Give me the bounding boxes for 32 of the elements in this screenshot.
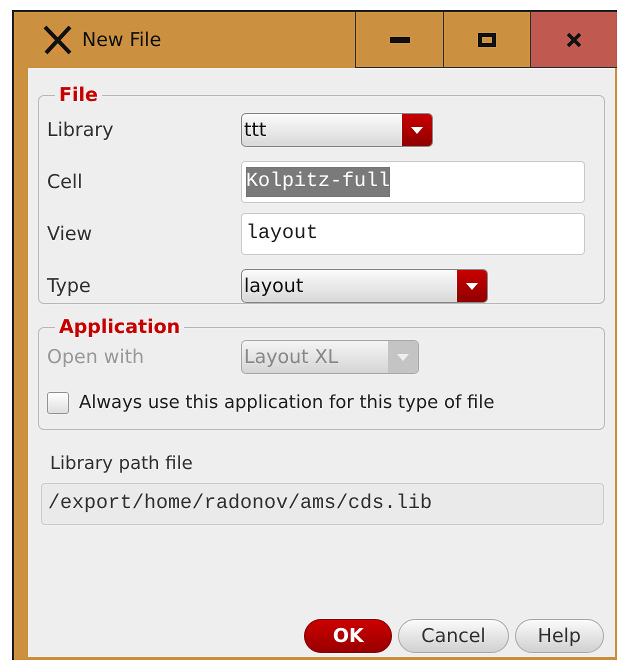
group-title: File	[58, 86, 99, 105]
caret-icon	[397, 354, 409, 360]
field-value: Kolpitz-full	[246, 167, 390, 197]
close-icon	[566, 32, 582, 48]
checkbox-label: Always use this application for this type of file	[79, 391, 494, 415]
text-field[interactable]: Kolpitz-full	[241, 161, 585, 203]
field-value: /export/home/radonov/ams/cds.lib	[48, 491, 432, 517]
field-label: Cell	[47, 170, 84, 195]
x-logo-icon	[42, 25, 74, 55]
dropdown-value: Layout XL	[243, 344, 340, 370]
maximize-icon	[478, 32, 496, 46]
dialog-button[interactable]: Help	[514, 619, 604, 653]
field-label: Library	[47, 118, 114, 143]
window-title: New File	[82, 28, 162, 53]
dropdown-value: layout	[243, 274, 304, 299]
field-label: View	[47, 222, 94, 247]
text-field[interactable]: layout	[241, 213, 585, 255]
caret-icon	[411, 126, 423, 134]
field-value: layout	[246, 221, 318, 247]
dropdown-value: ttt	[243, 118, 268, 143]
dialog-button[interactable]: Cancel	[398, 619, 509, 653]
group-title: Application	[58, 318, 182, 337]
field-label: Type	[47, 274, 92, 299]
field-label: Library path file	[50, 452, 194, 476]
caret-icon	[466, 282, 478, 290]
dropdown[interactable]: layout	[241, 269, 488, 303]
field-label: Open with	[47, 344, 146, 370]
dialog-button[interactable]: OK	[304, 619, 392, 653]
checkbox[interactable]	[47, 392, 69, 414]
close-button[interactable]	[530, 12, 617, 67]
dropdown[interactable]: ttt	[241, 113, 433, 147]
minimize-icon	[390, 36, 410, 42]
